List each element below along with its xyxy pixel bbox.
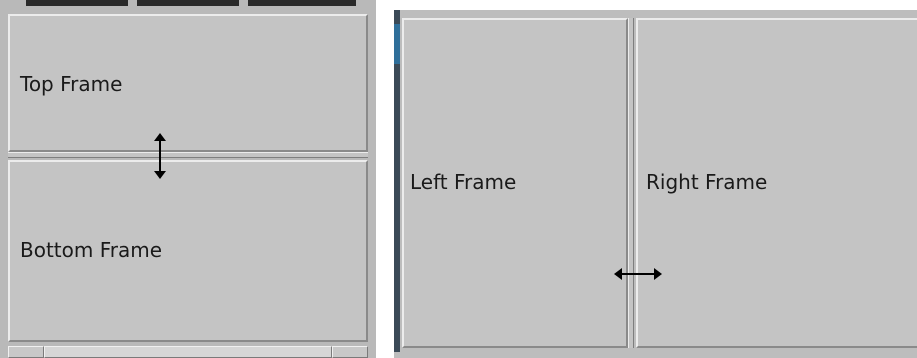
scrollbar-left-arrow[interactable]: [8, 346, 44, 358]
vertical-sash[interactable]: [628, 18, 634, 348]
tab-strip-segment-2: [137, 0, 239, 6]
right-frame-label: Right Frame: [646, 170, 768, 194]
left-window: Top Frame Bottom Frame: [0, 0, 376, 358]
scrollbar-right-arrow[interactable]: [332, 346, 368, 358]
bottom-frame-label: Bottom Frame: [20, 238, 163, 262]
bottom-frame[interactable]: Bottom Frame: [8, 160, 368, 342]
top-frame-label: Top Frame: [20, 72, 123, 96]
right-window: Left Frame Right Frame: [394, 10, 917, 358]
horizontal-sash[interactable]: [8, 152, 368, 158]
right-frame[interactable]: Right Frame: [636, 18, 917, 348]
vertical-resize-arrow-icon: [154, 133, 166, 179]
scrollbar-track[interactable]: [44, 346, 332, 358]
horizontal-resize-arrow-icon: [614, 268, 662, 280]
tab-strip-segment-1: [26, 0, 128, 6]
tab-strip-segment-3: [248, 0, 356, 6]
window-edge-handle-highlight: [394, 24, 400, 64]
top-frame[interactable]: Top Frame: [8, 14, 368, 152]
left-frame[interactable]: Left Frame: [402, 18, 628, 348]
left-frame-label: Left Frame: [410, 170, 517, 194]
